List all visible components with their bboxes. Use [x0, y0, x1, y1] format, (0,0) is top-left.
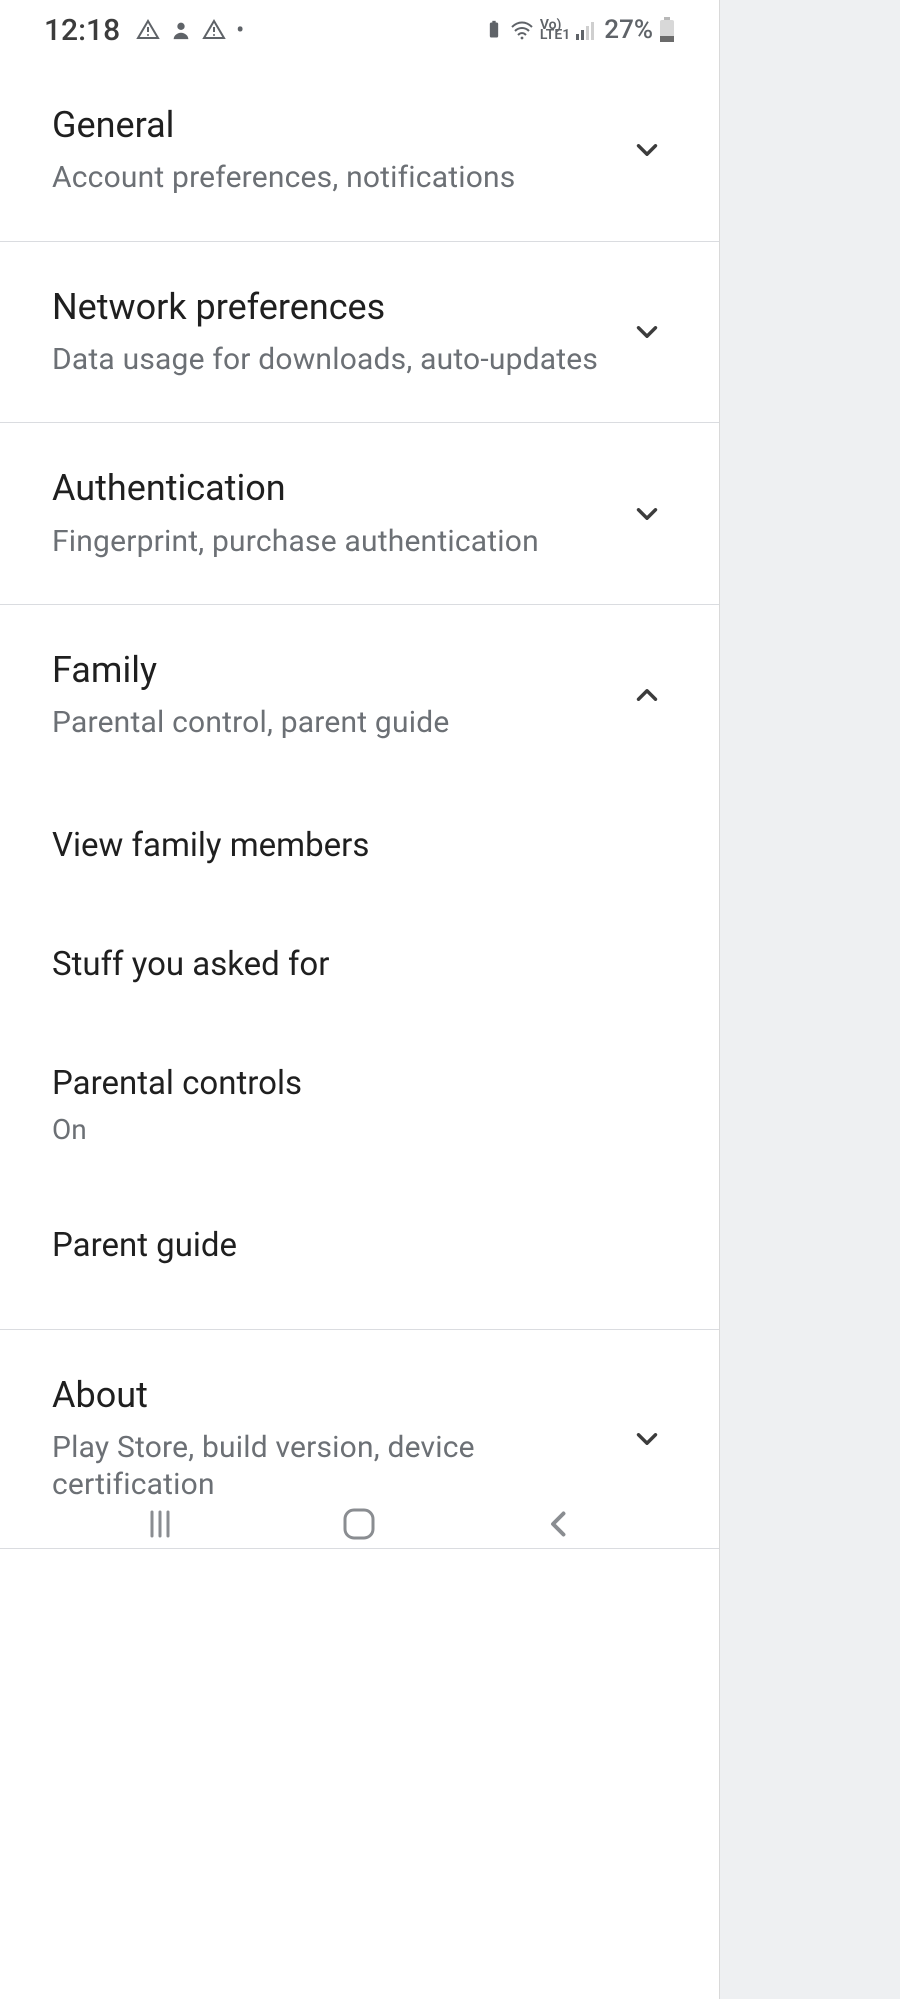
warning-triangle-icon [136, 18, 160, 42]
battery-percentage: 27% [604, 15, 653, 45]
person-icon [170, 19, 192, 41]
list-item-parental-controls[interactable]: Parental controls On [0, 1024, 719, 1186]
system-nav-bar [0, 1479, 719, 1569]
network-type-label: Vo) LTE1 [540, 20, 570, 40]
section-network-preferences[interactable]: Network preferences Data usage for downl… [0, 242, 719, 424]
list-item-label: Stuff you asked for [52, 945, 667, 984]
status-clock: 12:18 [44, 13, 120, 48]
chevron-down-icon [627, 1419, 667, 1459]
list-item-view-family-members[interactable]: View family members [0, 786, 719, 905]
section-subtitle: Fingerprint, purchase authentication [52, 523, 607, 561]
section-title: About [52, 1374, 607, 1417]
section-title: Network preferences [52, 286, 607, 329]
list-item-label: Parent guide [52, 1226, 667, 1265]
status-left: 12:18 • [44, 13, 244, 48]
warning-triangle-icon [202, 18, 226, 42]
section-general[interactable]: General Account preferences, notificatio… [0, 60, 719, 242]
chevron-down-icon [627, 312, 667, 352]
nav-back-button[interactable] [499, 1494, 619, 1554]
section-subtitle: Account preferences, notifications [52, 159, 607, 197]
battery-icon [659, 17, 675, 43]
section-subtitle: Data usage for downloads, auto-updates [52, 341, 607, 379]
section-subtitle: Parental control, parent guide [52, 704, 607, 742]
wifi-icon [510, 20, 534, 40]
list-item-parent-guide[interactable]: Parent guide [0, 1186, 719, 1305]
section-family[interactable]: Family Parental control, parent guide [0, 605, 719, 786]
nav-home-button[interactable] [299, 1494, 419, 1554]
family-sub-items: View family members Stuff you asked for … [0, 786, 719, 1330]
battery-saver-icon [484, 20, 504, 40]
section-authentication[interactable]: Authentication Fingerprint, purchase aut… [0, 423, 719, 605]
section-title: Family [52, 649, 607, 692]
list-item-value: On [52, 1113, 667, 1146]
chevron-down-icon [627, 130, 667, 170]
list-item-stuff-you-asked-for[interactable]: Stuff you asked for [0, 905, 719, 1024]
signal-bars-icon [576, 20, 598, 40]
nav-recents-button[interactable] [100, 1494, 220, 1554]
section-title: Authentication [52, 467, 607, 510]
more-notifications-dot-icon: • [236, 18, 244, 42]
list-item-label: Parental controls [52, 1064, 667, 1103]
status-bar: 12:18 • Vo) LTE1 [0, 0, 719, 60]
device-frame: 12:18 • Vo) LTE1 [0, 0, 720, 1999]
section-title: General [52, 104, 607, 147]
settings-list[interactable]: General Account preferences, notificatio… [0, 60, 719, 1549]
status-right: Vo) LTE1 27% [484, 15, 675, 45]
chevron-down-icon [627, 494, 667, 534]
chevron-up-icon [627, 675, 667, 715]
list-item-label: View family members [52, 826, 667, 865]
